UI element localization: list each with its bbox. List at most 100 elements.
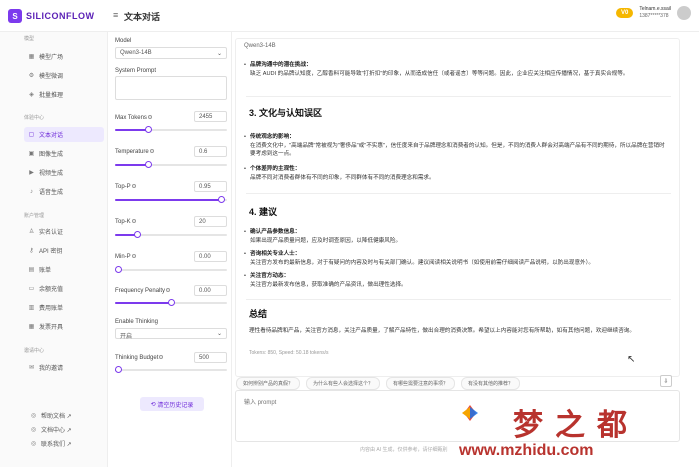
thinking-budget-label: Thinking Budget — [115, 355, 164, 361]
brand-logo[interactable]: S SILICONFLOW — [8, 9, 95, 23]
clear-history-button[interactable]: ⟲ 清空历史记录 — [140, 397, 204, 411]
help-icon — [131, 184, 136, 188]
top-bar: S SILICONFLOW ≡ 文本对话 V0 Telnam.e.ssail 1… — [0, 0, 699, 32]
top-p-input[interactable]: 0.95 — [194, 181, 227, 192]
response-model-tag: Qwen3-14B — [244, 43, 276, 49]
min-p-slider[interactable] — [115, 266, 227, 273]
slider-handle — [217, 196, 225, 203]
sidebar-item-api-keys[interactable]: ⚷ API 密钥 — [24, 243, 104, 258]
sidebar-item-text-chat[interactable]: ▢ 文本对话 — [24, 127, 104, 142]
menu-toggle-icon[interactable]: ≡ — [113, 10, 118, 20]
chat-output: Qwen3-14B 品牌沟通中的潜在挑战： 缺乏 AUDI 的品牌认知度，乙醇香… — [235, 38, 680, 377]
system-prompt-label: System Prompt — [115, 68, 157, 74]
max-tokens-label: Max Tokens — [115, 115, 152, 121]
help-docs-link[interactable]: ◎ 帮助文档 ↗ — [30, 411, 72, 420]
max-tokens-slider[interactable] — [115, 126, 227, 133]
contact-icon: ◎ — [30, 441, 37, 447]
paragraph: 关注官方发布的最新信息，对于有疑问的内容及时与有关部门确认。建议阅读相关说明书（… — [250, 260, 595, 266]
help-icon — [166, 288, 171, 292]
model-select[interactable]: Qwen3-14B ⌄ — [115, 47, 227, 59]
sidebar-item-fine-tune[interactable]: ⚙ 模型微调 — [24, 68, 104, 83]
vip-badge[interactable]: V0 — [615, 8, 634, 18]
sidebar-item-recharge[interactable]: ▭ 余额充值 — [24, 281, 104, 296]
paragraph: 品牌不同对消费者群体有不同的印象，不同群体有不同的消费理念和需求。 — [250, 175, 435, 181]
scroll-to-bottom-button[interactable]: ⇩ — [660, 375, 672, 387]
thinking-budget-input[interactable]: 500 — [194, 352, 227, 363]
temperature-label: Temperature — [115, 149, 154, 155]
section-heading: 总结 — [249, 309, 268, 319]
logo-text: SILICONFLOW — [26, 11, 95, 21]
help-icon — [149, 149, 154, 153]
frequency-penalty-label: Frequency Penalty — [115, 288, 171, 294]
video-icon: ▶ — [29, 170, 34, 176]
sidebar-item-expense[interactable]: ▥ 费用账单 — [24, 300, 104, 315]
watermark-url: www.mzhidu.com — [459, 442, 594, 459]
sidebar-item-image-gen[interactable]: ▣ 图像生成 — [24, 146, 104, 161]
sidebar-item-model-square[interactable]: ▦ 模型广场 — [24, 49, 104, 64]
image-icon: ▣ — [28, 151, 35, 157]
sidebar-item-bill[interactable]: ▤ 账单 — [24, 262, 104, 277]
enable-thinking-select[interactable]: 开启 ⌄ — [115, 328, 227, 340]
sidebar-item-video-gen[interactable]: ▶ 视频生成 — [24, 165, 104, 180]
token-stats: Tokens: 850, Speed: 50.18 tokens/s — [249, 350, 329, 356]
top-k-slider[interactable] — [115, 231, 227, 238]
list-item: 咨询相关专业人士： — [244, 250, 670, 258]
chevron-down-icon: ⌄ — [216, 51, 222, 57]
thinking-budget-slider[interactable] — [115, 366, 227, 373]
chevron-down-icon: ⌄ — [216, 331, 222, 337]
model-label: Model — [115, 38, 132, 44]
min-p-label: Min-P — [115, 254, 136, 260]
temperature-slider[interactable] — [115, 161, 227, 168]
slider-handle — [115, 366, 122, 373]
top-p-slider[interactable] — [115, 196, 227, 203]
slider-handle — [115, 266, 122, 273]
paragraph: 如果出现产品质量问题，应及时调查原因，以降低健康风险。 — [250, 238, 402, 244]
divider — [246, 96, 671, 97]
section-heading: 4. 建议 — [249, 207, 278, 217]
watermark: 梦之都 www.mzhidu.com — [455, 400, 695, 466]
top-k-input[interactable]: 20 — [194, 216, 227, 227]
top-k-label: Top-K — [115, 219, 136, 225]
sidebar-item-verify[interactable]: ♙ 实名认证 — [24, 224, 104, 239]
sidebar-item-audio-gen[interactable]: ♪ 语音生成 — [24, 184, 104, 199]
min-p-input[interactable]: 0.00 — [194, 251, 227, 262]
audio-icon: ♪ — [30, 188, 33, 195]
help-icon — [131, 254, 136, 258]
slider-handle — [133, 231, 141, 238]
bill-icon: ▤ — [28, 267, 35, 273]
arrow-down-icon: ⇩ — [663, 378, 669, 385]
enable-thinking-label: Enable Thinking — [115, 319, 158, 325]
page-title: 文本对话 — [124, 12, 161, 22]
sidebar-item-invoice[interactable]: ▦ 发票开具 — [24, 319, 104, 334]
divider — [246, 299, 671, 300]
temperature-input[interactable]: 0.6 — [194, 146, 227, 157]
user-name: Telnam.e.ssail — [639, 6, 671, 12]
receipt-icon: ▥ — [28, 305, 35, 311]
nav-section-invite: 邀请中心 — [24, 348, 45, 354]
suggestion-chip[interactable]: 为什么有些人会选择这个？ — [306, 377, 381, 390]
sidebar-item-batch[interactable]: ◈ 批量推理 — [24, 87, 104, 102]
grid-icon: ▦ — [28, 54, 35, 60]
max-tokens-input[interactable]: 2455 — [194, 111, 227, 122]
suggestion-chip[interactable]: 如何辨别产品的真假？ — [236, 377, 301, 390]
top-p-label: Top-P — [115, 184, 136, 190]
user-info[interactable]: Telnam.e.ssail 1387*****378 — [639, 6, 671, 20]
doc-center-link[interactable]: ◎ 文档中心 ↗ — [30, 425, 72, 434]
user-area: V0 Telnam.e.ssail 1387*****378 — [615, 6, 691, 20]
nav-section-models: 模型 — [24, 36, 35, 42]
slider-handle — [145, 126, 153, 133]
suggestion-chip[interactable]: 有没有其他的推荐？ — [461, 377, 521, 390]
sidebar-item-my-invites[interactable]: ✉ 我的邀请 — [24, 360, 104, 375]
suggestion-chip[interactable]: 有哪些需要注意的事项？ — [386, 377, 456, 390]
contact-us-link[interactable]: ◎ 联系我们 ↗ — [30, 439, 72, 448]
watermark-logo-icon — [462, 405, 478, 421]
logo-mark-icon: S — [8, 9, 22, 23]
tune-icon: ⚙ — [28, 73, 35, 79]
frequency-penalty-slider[interactable] — [115, 299, 227, 306]
avatar[interactable] — [677, 6, 691, 20]
paragraph: 理性看待品牌和产品，关注官方消息，关注产品质量，了解产品特性，做出合理的消费决策… — [249, 328, 635, 334]
sidebar: 模型 ▦ 模型广场 ⚙ 模型微调 ◈ 批量推理 体验中心 ▢ 文本对话 ▣ 图像生成 ▶ 视… — [0, 32, 108, 467]
system-prompt-input[interactable] — [115, 76, 227, 100]
user-id: 1387*****378 — [639, 13, 669, 19]
frequency-penalty-input[interactable]: 0.00 — [194, 285, 227, 296]
